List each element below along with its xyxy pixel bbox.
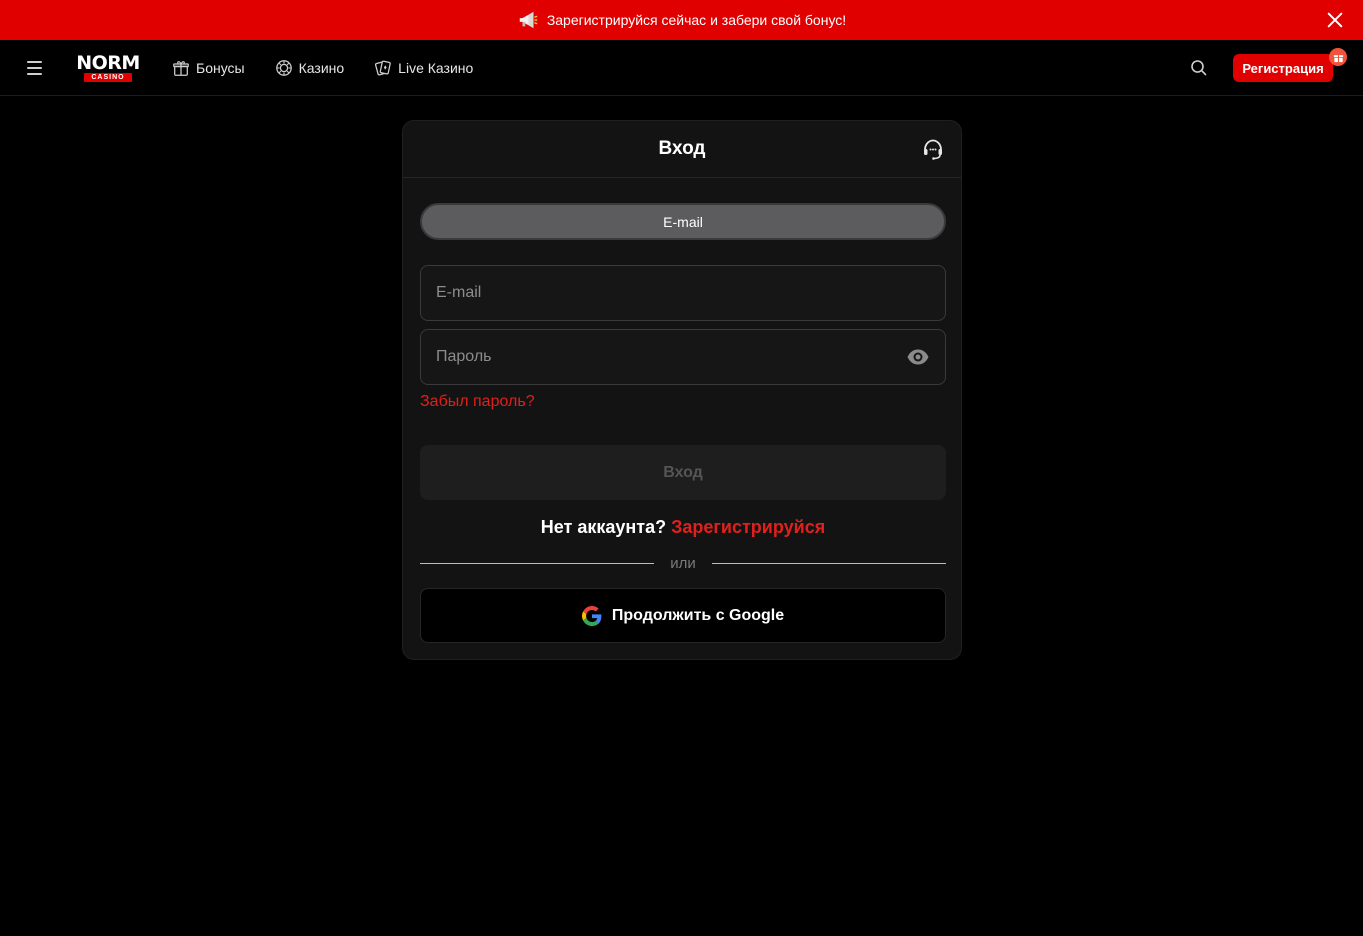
search-icon[interactable]	[1189, 58, 1209, 78]
top-header: NORM CASINO Бонусы Казино Live Казино Ре…	[0, 40, 1363, 96]
menu-icon[interactable]	[27, 59, 45, 77]
email-field[interactable]	[420, 265, 946, 321]
nav-item-bonuses[interactable]: Бонусы	[172, 59, 245, 77]
email-input[interactable]	[436, 284, 930, 302]
no-account-text: Нет аккаунта?	[540, 517, 667, 537]
login-submit-button[interactable]: Вход	[420, 445, 946, 500]
promo-banner: Зарегистрируйся сейчас и забери свой бон…	[0, 0, 1363, 40]
google-login-button[interactable]: Продолжить с Google	[420, 588, 946, 643]
megaphone-icon	[517, 9, 539, 31]
show-password-eye-icon[interactable]	[906, 345, 930, 369]
main-nav: Бонусы Казино Live Казино	[172, 40, 473, 96]
forgot-password-link[interactable]: Забыл пароль?	[420, 393, 535, 411]
login-modal: Вход E-mail Забыл па	[402, 120, 962, 660]
logo-subtitle: CASINO	[84, 73, 132, 82]
gift-icon	[173, 61, 189, 76]
tab-email[interactable]: E-mail	[420, 203, 946, 240]
close-icon[interactable]	[1325, 10, 1345, 30]
modal-title: Вход	[658, 138, 706, 159]
nav-item-live-casino[interactable]: Live Казино	[374, 59, 473, 77]
cards-icon	[375, 60, 391, 76]
or-divider: или	[420, 553, 946, 573]
promo-content: Зарегистрируйся сейчас и забери свой бон…	[517, 9, 846, 31]
password-field[interactable]	[420, 329, 946, 385]
modal-header: Вход	[403, 121, 961, 178]
register-button[interactable]: Регистрация	[1233, 54, 1333, 82]
promo-text: Зарегистрируйся сейчас и забери свой бон…	[546, 12, 847, 28]
nav-label: Live Казино	[398, 60, 474, 76]
nav-label: Бонусы	[196, 60, 245, 76]
chip-icon	[275, 60, 292, 76]
divider-text: или	[670, 554, 696, 572]
gift-badge-icon	[1329, 48, 1347, 66]
no-account-row: Нет аккаунта? Зарегистрируйся	[403, 517, 963, 538]
google-button-label: Продолжить с Google	[611, 606, 785, 624]
logo-title: NORM	[76, 52, 140, 74]
site-logo[interactable]: NORM CASINO	[72, 54, 144, 82]
nav-label: Казино	[298, 60, 345, 76]
password-input[interactable]	[436, 348, 906, 366]
support-headset-icon[interactable]	[921, 137, 945, 161]
google-icon	[581, 605, 602, 626]
nav-item-casino[interactable]: Казино	[275, 59, 345, 77]
register-link[interactable]: Зарегистрируйся	[671, 517, 825, 537]
